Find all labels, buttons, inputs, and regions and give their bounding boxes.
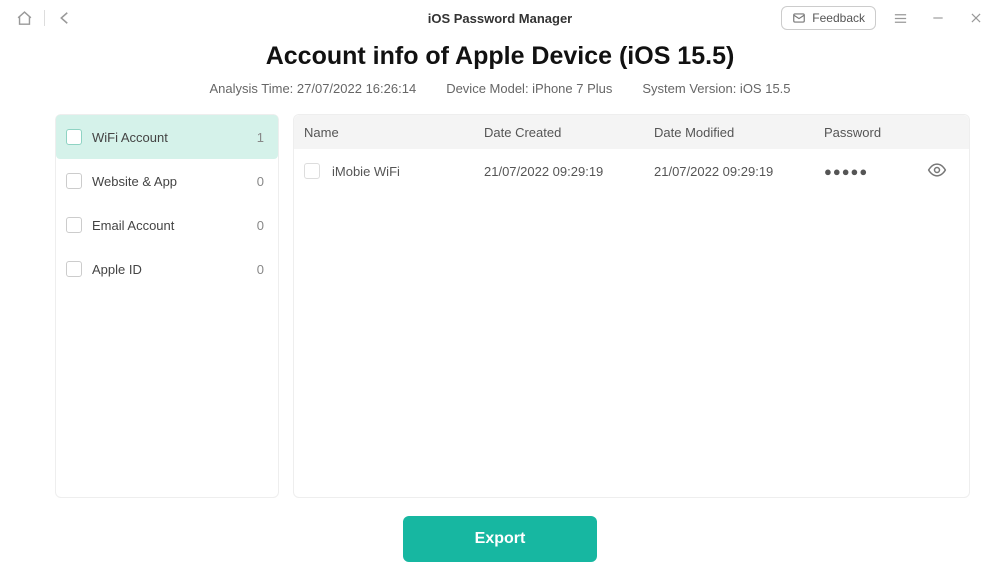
sidebar-item-apple-id[interactable]: Apple ID 0	[56, 247, 278, 291]
sidebar: WiFi Account 1 Website & App 0 Email Acc…	[55, 114, 279, 498]
header: Account info of Apple Device (iOS 15.5) …	[0, 42, 1000, 96]
sidebar-item-wifi-account[interactable]: WiFi Account 1	[56, 115, 278, 159]
minimize-icon[interactable]	[924, 4, 952, 32]
sidebar-item-email-account[interactable]: Email Account 0	[56, 203, 278, 247]
divider	[44, 10, 45, 26]
checkbox[interactable]	[66, 129, 82, 145]
table-row[interactable]: iMobie WiFi 21/07/2022 09:29:19 21/07/20…	[294, 149, 969, 193]
checkbox[interactable]	[66, 173, 82, 189]
column-header-created: Date Created	[484, 125, 654, 140]
menu-icon[interactable]	[886, 4, 914, 32]
sidebar-item-count: 0	[257, 174, 264, 189]
sidebar-item-website-app[interactable]: Website & App 0	[56, 159, 278, 203]
sidebar-item-count: 0	[257, 262, 264, 277]
row-name: iMobie WiFi	[332, 164, 400, 179]
titlebar: iOS Password Manager Feedback	[0, 0, 1000, 36]
feedback-button[interactable]: Feedback	[781, 6, 876, 30]
page-title: Account info of Apple Device (iOS 15.5)	[0, 42, 1000, 71]
sidebar-item-label: WiFi Account	[92, 130, 257, 145]
sidebar-item-count: 0	[257, 218, 264, 233]
column-header-modified: Date Modified	[654, 125, 824, 140]
cell-password: ●●●●●	[824, 160, 969, 183]
checkbox[interactable]	[66, 261, 82, 277]
sidebar-item-label: Website & App	[92, 174, 257, 189]
feedback-label: Feedback	[812, 11, 865, 25]
main-panel: Name Date Created Date Modified Password…	[293, 114, 970, 498]
meta-row: Analysis Time: 27/07/2022 16:26:14 Devic…	[0, 81, 1000, 96]
sidebar-item-label: Email Account	[92, 218, 257, 233]
cell-modified: 21/07/2022 09:29:19	[654, 164, 824, 179]
password-masked: ●●●●●	[824, 164, 868, 179]
column-header-name: Name	[304, 125, 484, 140]
cell-created: 21/07/2022 09:29:19	[484, 164, 654, 179]
cell-name: iMobie WiFi	[304, 163, 484, 179]
home-icon[interactable]	[10, 4, 38, 32]
titlebar-left	[10, 4, 79, 32]
system-version: System Version: iOS 15.5	[642, 81, 790, 96]
footer: Export	[0, 516, 1000, 562]
device-model: Device Model: iPhone 7 Plus	[446, 81, 612, 96]
reveal-password-icon[interactable]	[927, 160, 947, 183]
content: WiFi Account 1 Website & App 0 Email Acc…	[55, 114, 970, 498]
analysis-time: Analysis Time: 27/07/2022 16:26:14	[209, 81, 416, 96]
table-header: Name Date Created Date Modified Password	[294, 115, 969, 149]
checkbox[interactable]	[66, 217, 82, 233]
export-button[interactable]: Export	[403, 516, 597, 562]
column-header-password: Password	[824, 125, 969, 140]
checkbox[interactable]	[304, 163, 320, 179]
back-icon[interactable]	[51, 4, 79, 32]
close-icon[interactable]	[962, 4, 990, 32]
titlebar-right: Feedback	[781, 4, 990, 32]
mail-icon	[792, 11, 806, 25]
sidebar-item-count: 1	[257, 130, 264, 145]
sidebar-item-label: Apple ID	[92, 262, 257, 277]
